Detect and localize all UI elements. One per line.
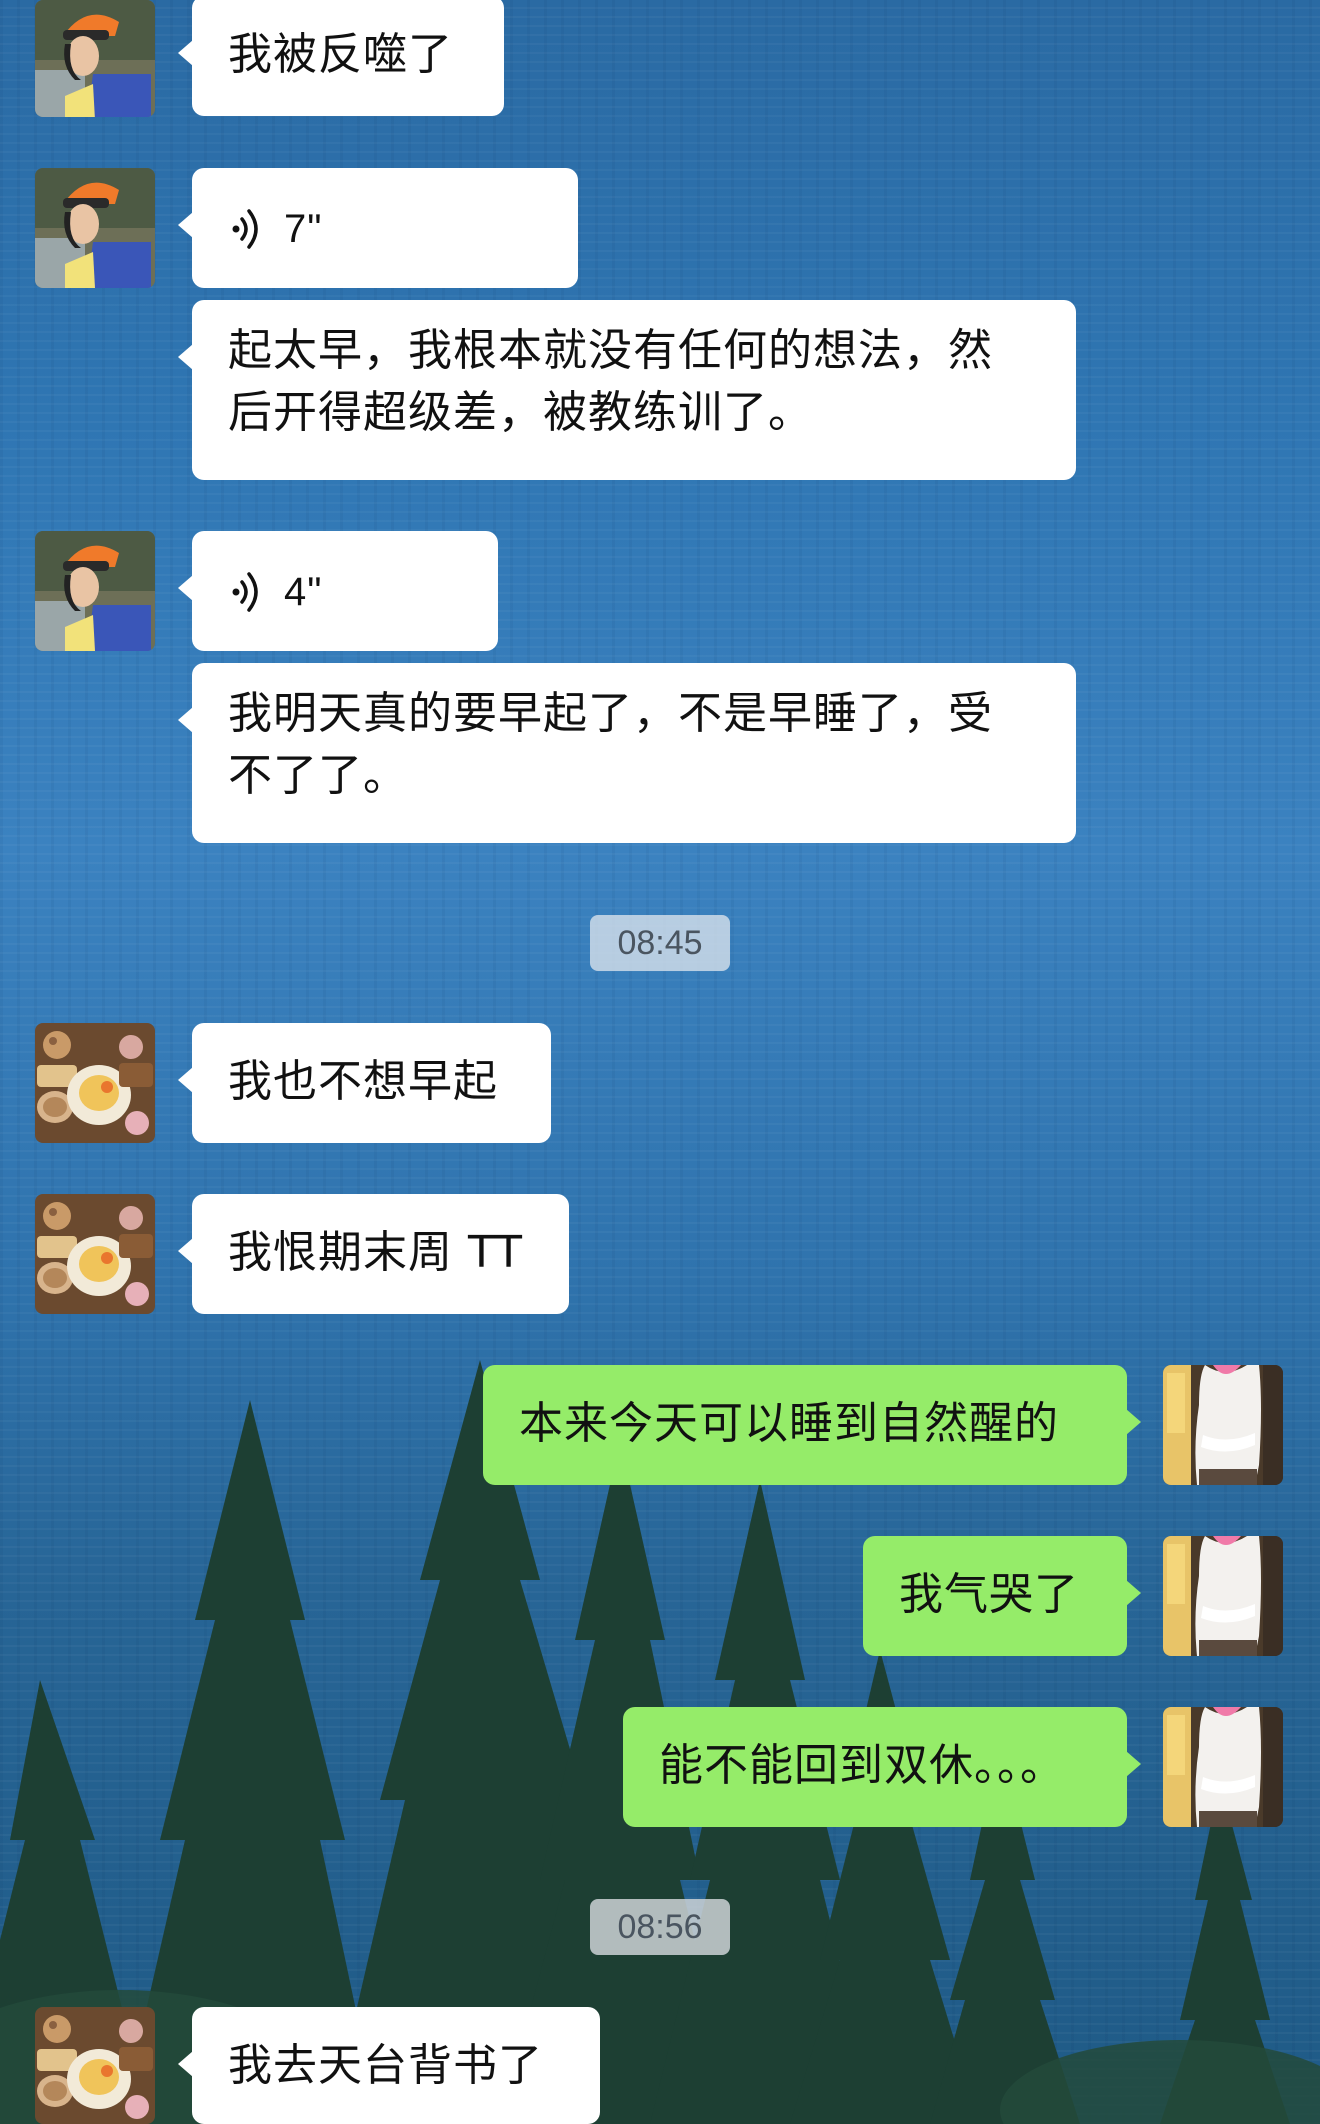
- message-text-line: 起太早，我根本就没有任何的想法，然: [228, 325, 993, 376]
- avatar-friend-b[interactable]: [35, 1194, 155, 1314]
- timestamp: 08:45: [590, 915, 730, 971]
- avatar-me[interactable]: [1163, 1536, 1283, 1656]
- voice-duration: 4": [284, 570, 323, 614]
- voice-wave-icon: [232, 572, 258, 612]
- message-text-line: 不了了。: [228, 750, 408, 801]
- avatar-friend-b[interactable]: [35, 1023, 155, 1143]
- avatar-me[interactable]: [1163, 1365, 1283, 1485]
- message-bubble[interactable]: 我被反噬了: [178, 0, 504, 116]
- avatar-friend-a[interactable]: [35, 531, 155, 651]
- message-text: 能不能回到双休。。。: [659, 1740, 1065, 1791]
- message-bubble[interactable]: 我恨期末周 TT: [178, 1194, 569, 1314]
- message-text: 我被反噬了: [228, 29, 453, 80]
- voice-message-bubble[interactable]: 7": [178, 168, 578, 288]
- message-text: 本来今天可以睡到自然醒的: [519, 1398, 1059, 1449]
- message-text: 我也不想早起: [228, 1056, 498, 1107]
- message-bubble[interactable]: 起太早，我根本就没有任何的想法，然 后开得超级差，被教练训了。: [178, 300, 1076, 480]
- message-bubble[interactable]: 我明天真的要早起了，不是早睡了，受 不了了。: [178, 663, 1076, 843]
- timestamp: 08:56: [590, 1899, 730, 1955]
- message-text-line: 我明天真的要早起了，不是早睡了，受: [228, 688, 993, 739]
- message-bubble[interactable]: 我去天台背书了: [178, 2007, 600, 2124]
- avatar-friend-b[interactable]: [35, 2007, 155, 2124]
- avatar-friend-a[interactable]: [35, 0, 155, 117]
- message-text: 我气哭了: [899, 1569, 1079, 1620]
- sent-message-bubble[interactable]: 能不能回到双休。。。: [623, 1707, 1141, 1827]
- avatar-me[interactable]: [1163, 1707, 1283, 1827]
- voice-wave-icon: [232, 209, 258, 249]
- message-text: 我恨期末周 TT: [228, 1227, 523, 1278]
- message-text: 我去天台背书了: [228, 2040, 543, 2091]
- message-text-line: 后开得超级差，被教练训了。: [228, 387, 813, 438]
- voice-duration: 7": [284, 207, 323, 251]
- avatar-friend-a[interactable]: [35, 168, 155, 288]
- sent-message-bubble[interactable]: 本来今天可以睡到自然醒的: [483, 1365, 1141, 1485]
- voice-message-bubble[interactable]: 4": [178, 531, 498, 651]
- sent-message-bubble[interactable]: 我气哭了: [863, 1536, 1141, 1656]
- message-bubble[interactable]: 我也不想早起: [178, 1023, 551, 1143]
